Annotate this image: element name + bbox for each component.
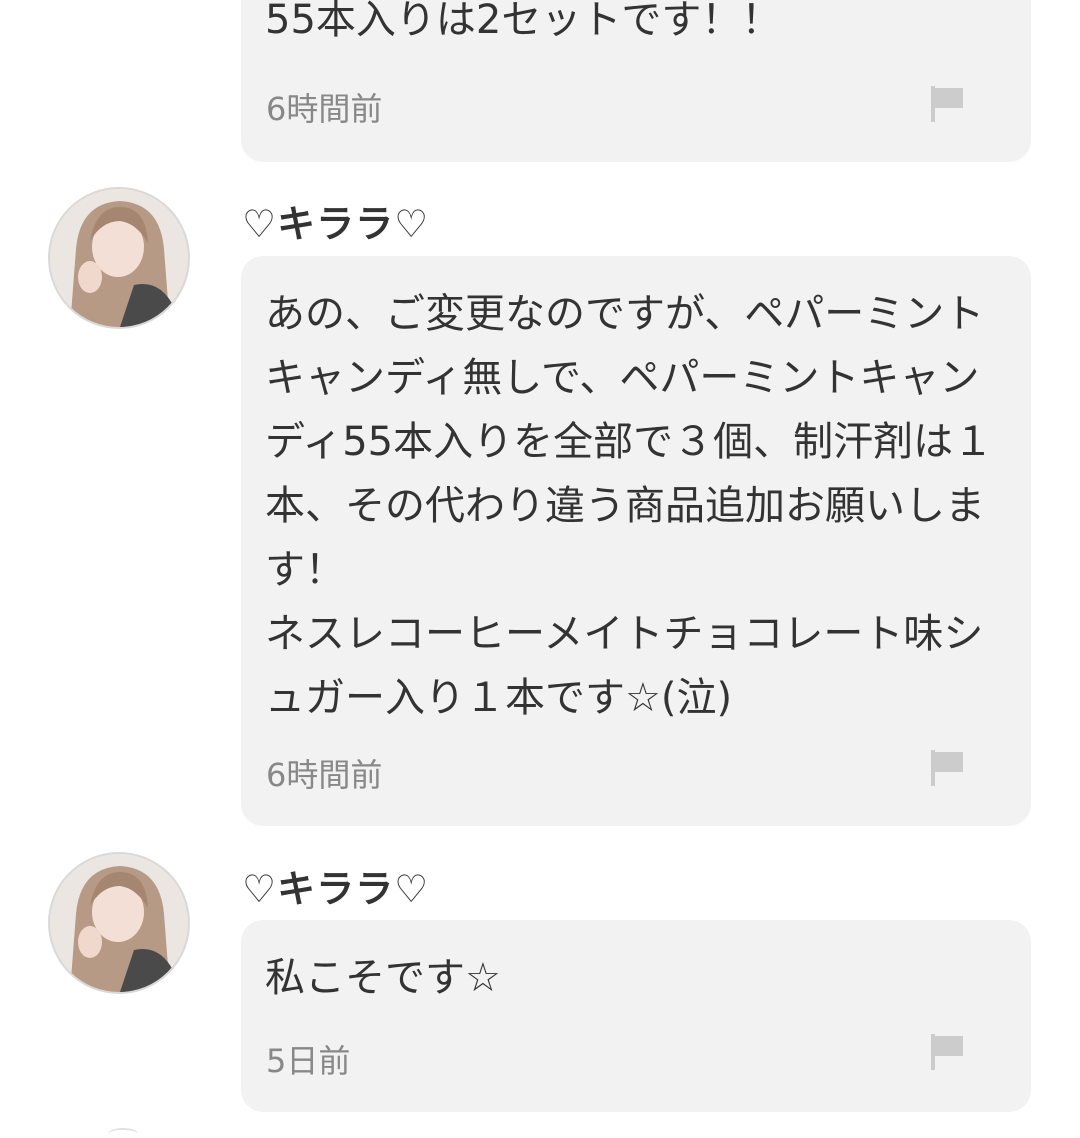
comment-item: ♡キララ♡ あの、ご変更なのですが、ペパーミントキャンディ無しで、ペパーミントキ…	[0, 185, 1080, 835]
flag-icon[interactable]	[929, 748, 965, 788]
comment-body: 私こそです☆	[265, 955, 501, 1001]
user-avatar[interactable]	[48, 852, 190, 994]
comment-username: ♡キララ♡	[242, 867, 430, 911]
user-avatar[interactable]	[48, 187, 190, 329]
flag-icon[interactable]	[929, 1032, 965, 1072]
comment-bubble: 私こそです☆ 5日前	[241, 920, 1031, 1112]
comment-timestamp: 6時間前	[266, 756, 383, 794]
comment-timestamp: 6時間前	[266, 90, 383, 128]
comment-bubble: 55本入りは2セットです！！ 6時間前	[241, 0, 1031, 162]
comment-body: あの、ご変更なのですが、ペパーミントキャンディ無しで、ペパーミントキャンディ55…	[265, 291, 994, 721]
comment-username: ♡キララ♡	[242, 202, 430, 246]
next-avatar-edge	[108, 1128, 138, 1138]
flag-icon[interactable]	[929, 84, 965, 124]
comment-item: 55本入りは2セットです！！ 6時間前	[0, 0, 1080, 170]
comment-item: ♡キララ♡ 私こそです☆ 5日前	[0, 850, 1080, 1120]
comment-timestamp: 5日前	[266, 1042, 351, 1080]
comment-thread: 55本入りは2セットです！！ 6時間前 ♡キララ♡ あの、ご変更なのですが、ペパ…	[0, 0, 1080, 1138]
comment-bubble: あの、ご変更なのですが、ペパーミントキャンディ無しで、ペパーミントキャンディ55…	[241, 256, 1031, 826]
comment-body: 55本入りは2セットです！！	[265, 0, 782, 43]
